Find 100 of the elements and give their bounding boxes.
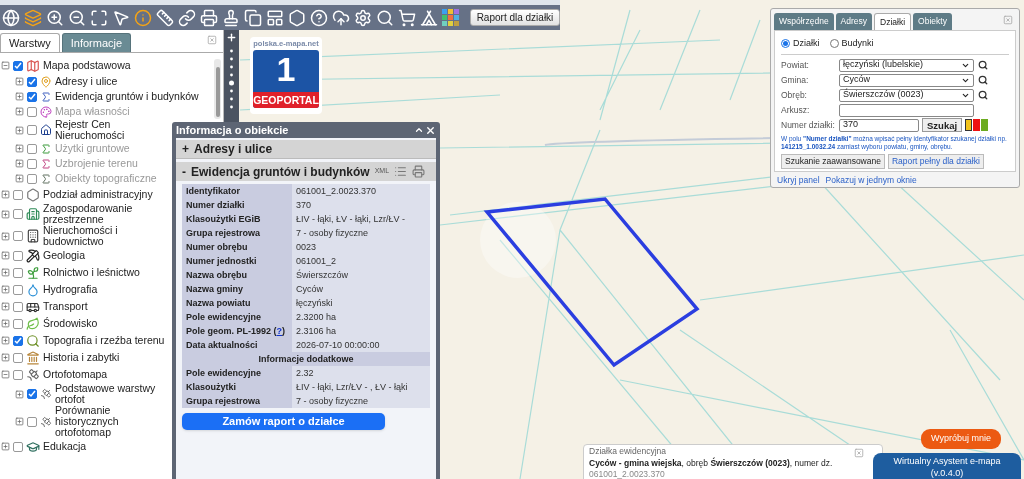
help-icon[interactable] xyxy=(310,8,328,27)
input-field[interactable]: 370 xyxy=(839,118,919,132)
search-icon[interactable] xyxy=(978,60,988,70)
checkbox[interactable] xyxy=(13,267,23,278)
layer-label[interactable]: Rejestr Cen Nieruchomości xyxy=(55,119,160,141)
checkbox[interactable] xyxy=(13,441,23,452)
expand-icon[interactable] xyxy=(1,442,10,451)
layer-label[interactable]: Geologia xyxy=(43,250,86,261)
layer-label[interactable]: Topografia i rzeźba terenu xyxy=(43,335,165,346)
layer-label[interactable]: Podstawowe warstwy ortofot xyxy=(55,383,160,405)
cloud-upload-icon[interactable] xyxy=(332,8,350,27)
print-icon[interactable] xyxy=(412,165,426,178)
panel-tab[interactable]: Obiekty xyxy=(913,13,952,30)
color-swatch[interactable] xyxy=(965,119,973,131)
ruler-icon[interactable] xyxy=(156,8,174,27)
layer-label[interactable]: Środowisko xyxy=(43,318,98,329)
expand-icon[interactable] xyxy=(15,92,24,101)
layer-label[interactable]: Edukacja xyxy=(43,441,87,452)
search-icon[interactable] xyxy=(978,90,988,100)
report-button[interactable]: Raport pełny dla działki xyxy=(887,153,984,169)
layer-label[interactable]: Zagospodarowanie przestrzenne xyxy=(43,203,171,225)
panel-tab[interactable]: Warstwy xyxy=(0,33,60,52)
expand-icon[interactable] xyxy=(1,353,10,362)
expand-icon[interactable] xyxy=(15,125,24,135)
panel-tab[interactable]: Współrzędne xyxy=(774,13,834,30)
panel-tab[interactable]: Działki xyxy=(874,13,912,30)
order-report-button[interactable]: Zamów raport o działce xyxy=(182,412,385,430)
expand-icon[interactable] xyxy=(15,389,24,399)
layer-label[interactable]: Rolnictwo i leśnictwo xyxy=(43,267,140,278)
expand-icon[interactable] xyxy=(1,251,10,260)
search-icon[interactable] xyxy=(978,75,988,85)
layer-label[interactable]: Ewidencja gruntów i budynków xyxy=(55,91,199,102)
input-field[interactable] xyxy=(839,103,974,117)
zoom-slider-drawing[interactable] xyxy=(229,48,234,110)
search-button[interactable]: Szukaj xyxy=(922,118,963,132)
copy-icon[interactable] xyxy=(244,8,262,27)
panel-tab[interactable]: Adresy xyxy=(835,13,873,30)
checkbox[interactable] xyxy=(13,318,23,329)
link-icon[interactable] xyxy=(178,8,196,27)
layer-label[interactable]: Ortofotomapa xyxy=(43,369,108,380)
checkbox[interactable] xyxy=(13,352,23,363)
checkbox[interactable] xyxy=(13,60,23,71)
expand-icon[interactable] xyxy=(1,285,10,294)
checkbox[interactable] xyxy=(27,416,37,427)
list-icon[interactable] xyxy=(394,165,408,178)
checkbox[interactable] xyxy=(27,91,37,102)
zoom-out-icon[interactable] xyxy=(68,8,86,27)
checkbox[interactable] xyxy=(13,369,23,380)
select-field[interactable]: Świerszczów (0023) xyxy=(839,88,974,102)
assistant-button[interactable]: Wirtualny Asystent e-mapa (v.0.4.0) xyxy=(873,453,1021,479)
print-icon[interactable] xyxy=(200,8,218,27)
cart-icon[interactable] xyxy=(398,8,416,27)
scrollbar[interactable] xyxy=(214,59,221,119)
layers-icon[interactable] xyxy=(24,8,42,27)
checkbox[interactable] xyxy=(13,189,23,200)
expand-icon[interactable] xyxy=(15,77,24,86)
checkbox[interactable] xyxy=(13,335,23,346)
checkbox[interactable] xyxy=(13,231,23,241)
select-field[interactable]: Cyców xyxy=(839,73,974,87)
pointer-icon[interactable] xyxy=(112,8,130,27)
checkbox[interactable] xyxy=(27,125,37,135)
report-button[interactable]: Raport dla działki xyxy=(470,9,560,26)
advanced-search-button[interactable]: Szukanie zaawansowane xyxy=(781,153,885,169)
expand-icon[interactable] xyxy=(15,417,24,426)
select-field[interactable]: łęczyński (lubelskie) xyxy=(839,58,974,72)
tent-icon[interactable] xyxy=(420,8,438,27)
close-icon[interactable] xyxy=(425,124,436,136)
full-extent-icon[interactable] xyxy=(90,8,108,27)
expand-icon[interactable] xyxy=(1,336,10,345)
expand-icon[interactable] xyxy=(1,190,10,199)
expand-icon[interactable] xyxy=(1,209,10,219)
collapse-icon[interactable] xyxy=(1,61,10,70)
panel-link[interactable]: Pokazuj w jednym oknie xyxy=(825,174,917,187)
globe-icon[interactable] xyxy=(2,8,20,27)
color-swatch[interactable] xyxy=(981,119,989,131)
info-icon[interactable] xyxy=(134,8,152,27)
expand-icon[interactable] xyxy=(1,319,10,328)
color-grid-icon[interactable] xyxy=(442,8,460,27)
shape-icon[interactable] xyxy=(288,8,306,27)
layer-label[interactable]: Historia i zabytki xyxy=(43,352,120,363)
panel-link[interactable]: Ukryj panel xyxy=(777,174,820,187)
checkbox[interactable] xyxy=(13,209,23,219)
expand-icon[interactable] xyxy=(1,268,10,277)
layer-label[interactable]: Porównanie historycznych ortofotomap xyxy=(55,405,160,438)
layer-label[interactable]: Mapa podstawowa xyxy=(43,60,131,71)
checkbox[interactable] xyxy=(27,389,37,399)
panel-tab[interactable]: Informacje xyxy=(61,33,132,52)
checkbox[interactable] xyxy=(13,284,23,295)
checkbox[interactable] xyxy=(27,76,37,87)
layer-label[interactable]: Adresy i ulice xyxy=(55,76,118,87)
layout-icon[interactable] xyxy=(266,8,284,27)
layer-label[interactable]: Transport xyxy=(43,301,88,312)
checkbox[interactable] xyxy=(13,250,23,261)
collapse-icon[interactable] xyxy=(1,370,10,379)
zoom-in-icon[interactable] xyxy=(46,8,64,27)
stamp-icon[interactable] xyxy=(222,8,240,27)
settings-icon[interactable] xyxy=(354,8,372,27)
layer-label[interactable]: Podział administracyjny xyxy=(43,189,153,200)
expand-icon[interactable] xyxy=(1,302,10,311)
expand-icon[interactable] xyxy=(1,231,10,241)
